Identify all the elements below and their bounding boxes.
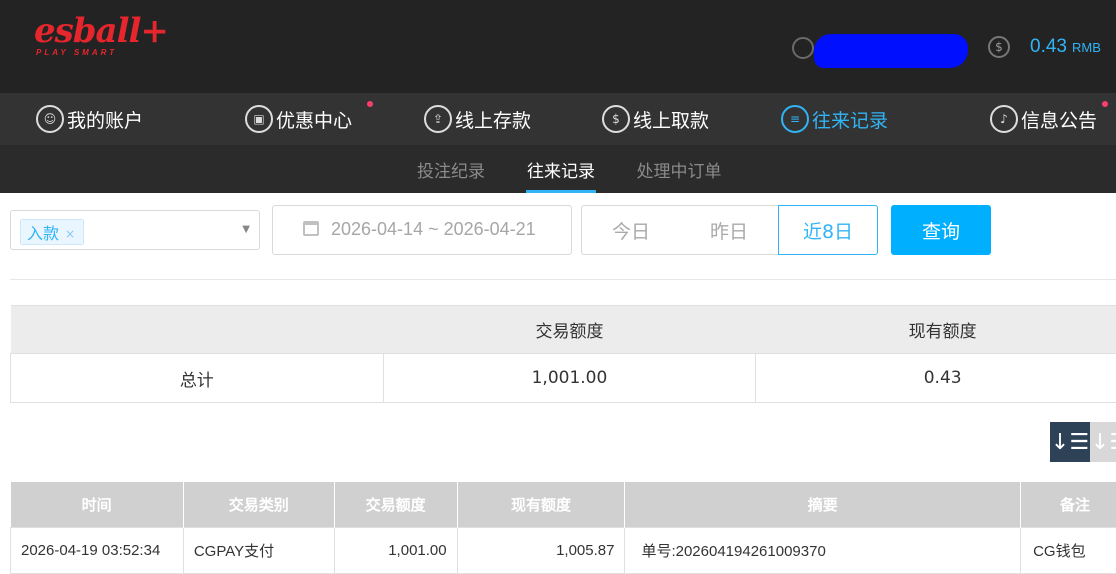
user-status-icon: [792, 37, 814, 59]
quick-range-today[interactable]: 今日: [581, 205, 681, 255]
sort-descending-button[interactable]: ↓☰: [1050, 422, 1090, 462]
cell-time: 2026-04-19 03:52:34: [10, 526, 184, 574]
gift-icon: ▣: [245, 105, 273, 133]
withdraw-icon: $: [602, 105, 630, 133]
sub-nav: 投注纪录 往来记录 处理中订单: [0, 145, 1116, 193]
nav-label: 线上存款: [455, 109, 532, 132]
records-icon: ≡: [781, 105, 809, 133]
nav-label: 往来记录: [812, 109, 889, 132]
col-header-remark[interactable]: 备注: [1020, 482, 1116, 527]
nav-item-deposit[interactable]: ⇪ 线上存款: [424, 93, 531, 145]
query-button[interactable]: 查询: [891, 205, 991, 255]
cell-amount: 1,001.00: [333, 526, 458, 574]
cell-summary: 单号:202604194261009370: [624, 526, 1022, 574]
bell-icon: ♪: [990, 105, 1018, 133]
tab-bet-records[interactable]: 投注纪录: [410, 145, 492, 193]
summary-current-balance: 0.43: [755, 353, 1116, 403]
cell-balance: 1,005.87: [456, 526, 626, 574]
col-header-amount[interactable]: 交易额度: [334, 482, 458, 527]
nav-item-announcements[interactable]: ♪ 信息公告: [990, 93, 1108, 145]
date-range-value: 2026-04-14 ~ 2026-04-21: [331, 219, 536, 239]
tab-transaction-records[interactable]: 往来记录: [526, 145, 596, 193]
tab-pending-orders[interactable]: 处理中订单: [632, 145, 726, 193]
notification-dot: [367, 101, 373, 107]
tag-remove-icon[interactable]: ×: [65, 227, 75, 241]
logo-text: esball+: [34, 11, 169, 51]
redacted-username: [814, 34, 968, 68]
quick-range-last-8-days[interactable]: 近8日: [778, 205, 878, 255]
cell-remark: CG钱包: [1020, 526, 1116, 574]
calendar-icon: [303, 221, 319, 236]
summary-row: 总计 1,001.00 0.43: [10, 353, 1116, 403]
selected-type-tag: 入款 ×: [20, 219, 85, 245]
summary-header-label: [10, 305, 384, 354]
coin-icon: $: [988, 36, 1010, 58]
transaction-type-select[interactable]: 入款 × ▼: [10, 210, 260, 250]
top-header: esball+ PLAY SMART $ 0.43 RMB: [0, 0, 1116, 93]
nav-item-promotions[interactable]: ▣ 优惠中心: [245, 93, 373, 145]
col-header-type[interactable]: 交易类别: [183, 482, 335, 527]
summary-table: 交易额度 现有额度 总计 1,001.00 0.43: [10, 305, 1116, 403]
sort-desc-icon: ↓☰: [1050, 429, 1090, 455]
nav-label: 线上取款: [633, 109, 710, 132]
esball-logo[interactable]: esball+ PLAY SMART: [34, 11, 169, 58]
nav-label: 信息公告: [1021, 109, 1098, 132]
date-range-picker[interactable]: 2026-04-14 ~ 2026-04-21: [272, 205, 572, 255]
sort-ascending-button[interactable]: ↓☰: [1090, 422, 1116, 462]
table-row: 2026-04-19 03:52:34 CGPAY支付 1,001.00 1,0…: [10, 526, 1116, 574]
summary-header-row: 交易额度 现有额度: [10, 305, 1116, 354]
user-icon: ☺: [36, 105, 64, 133]
balance-currency: RMB: [1071, 39, 1101, 55]
deposit-icon: ⇪: [424, 105, 452, 133]
cell-type: CGPAY支付: [182, 526, 335, 574]
tag-label: 入款: [27, 224, 60, 243]
summary-total-amount: 1,001.00: [382, 353, 757, 403]
notification-dot: [1102, 101, 1108, 107]
summary-header-balance: 现有额度: [755, 305, 1116, 354]
balance-amount: 0.43: [1030, 36, 1067, 57]
col-header-balance[interactable]: 现有额度: [457, 482, 626, 527]
nav-item-withdraw[interactable]: $ 线上取款: [602, 93, 709, 145]
sort-asc-icon: ↓☰: [1090, 429, 1116, 455]
main-nav: ☺ 我的账户 ▣ 优惠中心 ⇪ 线上存款 $ 线上取款 ≡ 往来记录 ♪ 信息公…: [0, 93, 1116, 145]
records-header-row: 时间 交易类别 交易额度 现有额度 摘要 备注: [10, 482, 1116, 527]
nav-label: 优惠中心: [276, 109, 353, 132]
quick-range-yesterday[interactable]: 昨日: [680, 205, 779, 255]
nav-label: 我的账户: [67, 109, 144, 132]
records-table: 时间 交易类别 交易额度 现有额度 摘要 备注 2026-04-19 03:52…: [10, 482, 1116, 574]
col-header-time[interactable]: 时间: [10, 482, 184, 527]
nav-item-my-account[interactable]: ☺ 我的账户: [36, 93, 143, 145]
summary-header-amount: 交易额度: [383, 305, 756, 354]
dropdown-arrow-icon: ▼: [242, 224, 250, 235]
nav-item-records[interactable]: ≡ 往来记录: [781, 93, 888, 145]
summary-total-label: 总计: [10, 353, 384, 403]
balance-display: $ 0.43 RMB: [988, 34, 1101, 60]
section-divider: [10, 279, 1116, 280]
col-header-summary[interactable]: 摘要: [624, 482, 1022, 527]
